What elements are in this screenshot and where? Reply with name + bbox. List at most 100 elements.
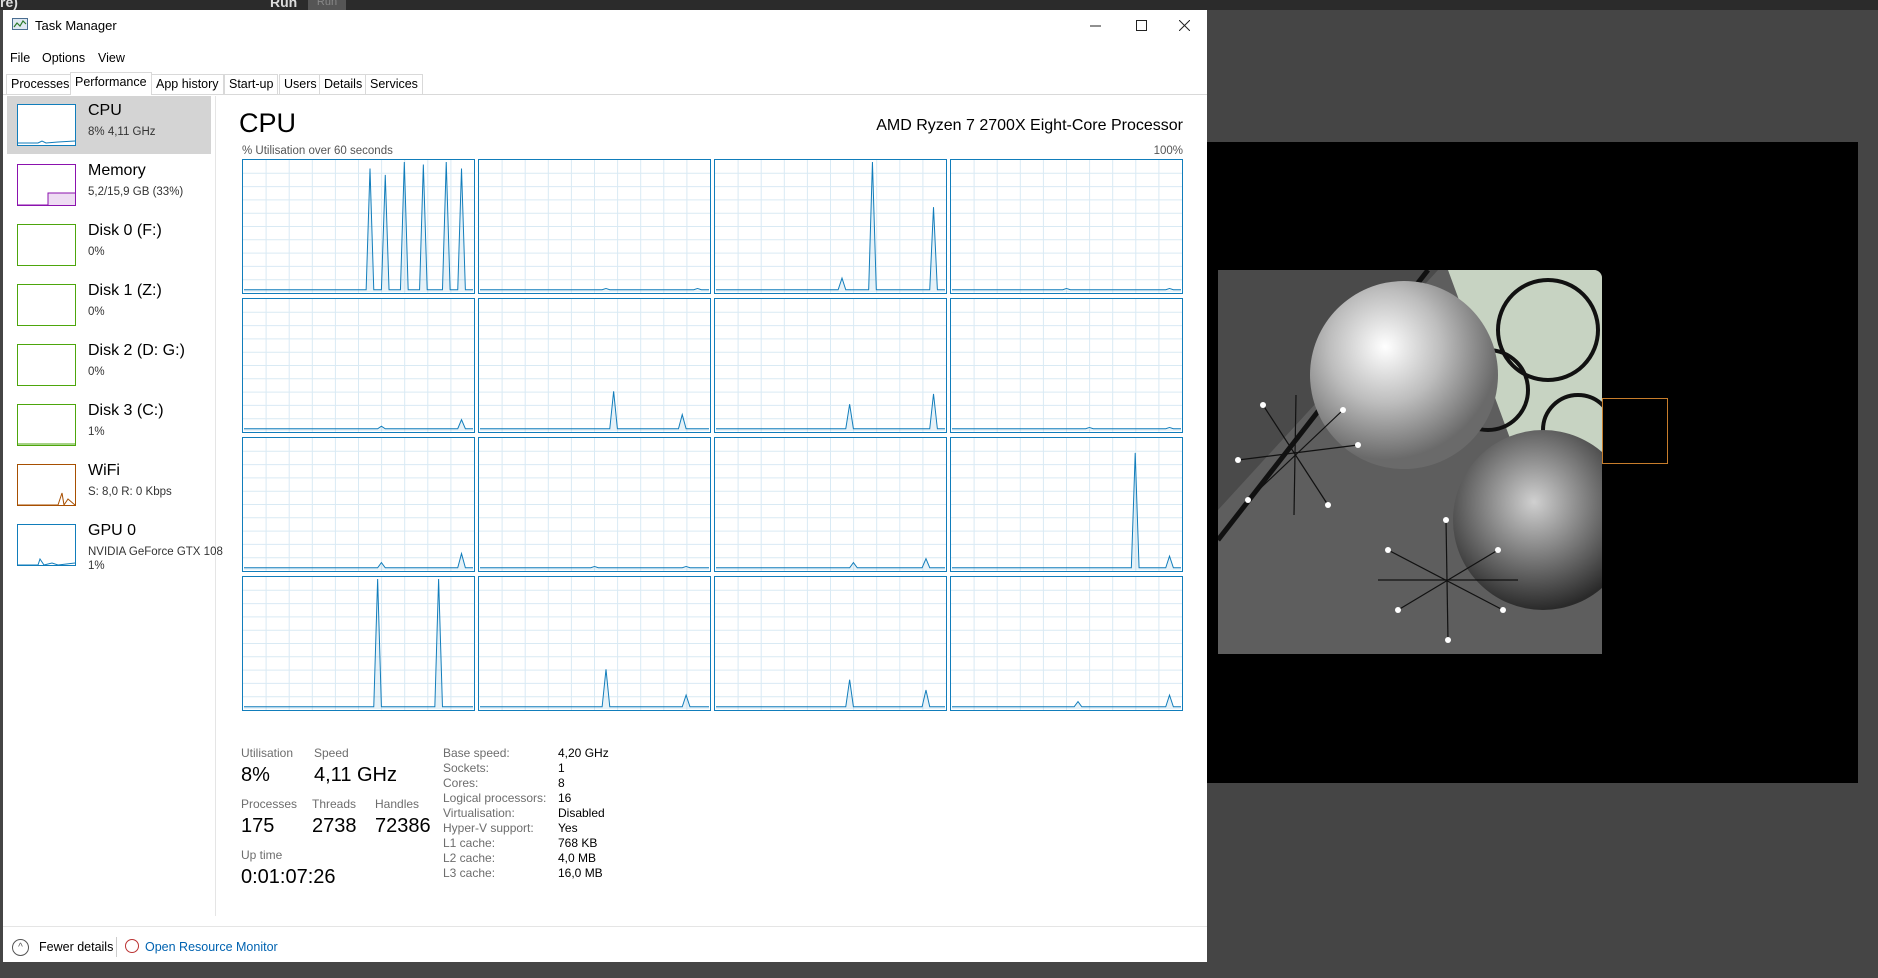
processes-value: 175 bbox=[241, 815, 275, 837]
tab-users[interactable]: Users bbox=[279, 74, 322, 94]
window-title: Task Manager bbox=[35, 18, 117, 33]
spec-label: Sockets: bbox=[443, 761, 490, 775]
sidebar-item-name: GPU 0 bbox=[88, 522, 137, 539]
fewer-details-link[interactable]: Fewer details bbox=[39, 940, 113, 954]
resource-sidebar: CPU 8% 4,11 GHz Memory 5,2/15,9 GB (33%) Dis… bbox=[3, 96, 223, 916]
logical-processor-graph bbox=[242, 437, 475, 572]
tab-strip: Processes Performance App history Start-… bbox=[3, 72, 1207, 95]
spec-value: 1 bbox=[558, 761, 565, 775]
sidebar-item-disk-3-c[interactable]: Disk 3 (C:) 1% bbox=[7, 396, 211, 454]
logical-processor-graph bbox=[714, 298, 947, 433]
sidebar-item-gpu-0[interactable]: GPU 0 NVIDIA GeForce GTX 108 1% bbox=[7, 516, 223, 574]
footer: ^ Fewer details Open Resource Monitor bbox=[3, 926, 1207, 963]
logical-processor-graph bbox=[950, 437, 1183, 572]
tab-performance[interactable]: Performance bbox=[70, 72, 152, 95]
tab-startup[interactable]: Start-up bbox=[224, 74, 279, 94]
open-resource-monitor-link[interactable]: Open Resource Monitor bbox=[145, 940, 278, 954]
spec-label: L2 cache: bbox=[443, 851, 496, 865]
maximize-button[interactable] bbox=[1118, 10, 1164, 40]
threads-label: Threads bbox=[312, 797, 357, 811]
title-bar[interactable]: Task Manager bbox=[3, 10, 1207, 40]
sidebar-item-cpu[interactable]: CPU 8% 4,11 GHz bbox=[7, 96, 211, 154]
minimize-button[interactable] bbox=[1072, 10, 1118, 40]
menu-file[interactable]: File bbox=[10, 51, 30, 65]
logical-processor-graph bbox=[478, 159, 711, 294]
spec-value: Yes bbox=[558, 821, 578, 835]
render-bucket-selection bbox=[1602, 398, 1668, 464]
handles-value: 72386 bbox=[375, 815, 431, 837]
menu-options[interactable]: Options bbox=[42, 51, 85, 65]
spec-label: Cores: bbox=[443, 776, 479, 790]
spec-label: Virtualisation: bbox=[443, 806, 515, 820]
uptime-label: Up time bbox=[241, 848, 283, 862]
logical-processor-graph bbox=[950, 576, 1183, 711]
sidebar-item-name: WiFi bbox=[88, 462, 120, 479]
logical-processor-graph bbox=[478, 298, 711, 433]
logical-processor-graph bbox=[714, 576, 947, 711]
background-run-button[interactable]: Run bbox=[308, 0, 346, 10]
spec-value: 4,20 GHz bbox=[558, 746, 609, 760]
sidebar-thumbnail-graph bbox=[17, 104, 76, 146]
spec-label: Base speed: bbox=[443, 746, 510, 760]
sidebar-thumbnail-graph bbox=[17, 164, 76, 206]
sidebar-item-wifi[interactable]: WiFi S: 8,0 R: 0 Kbps bbox=[7, 456, 211, 514]
uptime-value: 0:01:07:26 bbox=[241, 866, 336, 888]
sidebar-item-name: Disk 2 (D: G:) bbox=[88, 342, 185, 359]
spec-value: 16 bbox=[558, 791, 572, 805]
tab-details[interactable]: Details bbox=[319, 74, 368, 94]
utilisation-graph-max: 100% bbox=[1153, 145, 1183, 157]
close-button[interactable] bbox=[1161, 10, 1207, 40]
sidebar-item-name: Disk 3 (C:) bbox=[88, 402, 164, 419]
spec-value: Disabled bbox=[558, 806, 605, 820]
sidebar-thumbnail-graph bbox=[17, 524, 76, 566]
tab-services[interactable]: Services bbox=[365, 74, 423, 94]
sidebar-item-disk-0-f[interactable]: Disk 0 (F:) 0% bbox=[7, 216, 211, 274]
footer-divider bbox=[116, 937, 117, 957]
sidebar-item-detail: 0% bbox=[88, 366, 105, 378]
logical-processor-graph bbox=[242, 159, 475, 294]
minimize-icon bbox=[1089, 25, 1101, 26]
sidebar-item-disk-1-z[interactable]: Disk 1 (Z:) 0% bbox=[7, 276, 211, 334]
menu-view[interactable]: View bbox=[98, 51, 125, 65]
cpu-model-name: AMD Ryzen 7 2700X Eight-Core Processor bbox=[876, 117, 1183, 134]
sidebar-item-detail: NVIDIA GeForce GTX 108 bbox=[88, 546, 223, 558]
spec-label: L3 cache: bbox=[443, 866, 496, 880]
sidebar-item-name: Disk 1 (Z:) bbox=[88, 282, 162, 299]
sidebar-item-detail: S: 8,0 R: 0 Kbps bbox=[88, 486, 172, 498]
logical-processor-graph bbox=[714, 159, 947, 294]
spec-value: 4,0 MB bbox=[558, 851, 597, 865]
maximize-icon bbox=[1135, 19, 1147, 31]
tab-app-history[interactable]: App history bbox=[151, 74, 224, 94]
logical-processor-graph bbox=[950, 159, 1183, 294]
logical-processor-graph bbox=[478, 437, 711, 572]
tab-processes[interactable]: Processes bbox=[6, 74, 75, 94]
sidebar-item-name: Memory bbox=[88, 162, 146, 179]
sidebar-item-name: CPU bbox=[88, 102, 122, 119]
speed-value: 4,11 GHz bbox=[314, 764, 397, 786]
sidebar-item-disk-2-d-g[interactable]: Disk 2 (D: G:) 0% bbox=[7, 336, 211, 394]
chevron-up-icon[interactable]: ^ bbox=[12, 939, 29, 956]
resource-monitor-icon[interactable] bbox=[125, 939, 139, 953]
logical-processor-graph bbox=[714, 437, 947, 572]
sidebar-thumbnail-graph bbox=[17, 464, 76, 506]
close-icon bbox=[1178, 19, 1190, 31]
sidebar-item-detail: 1% bbox=[88, 426, 105, 438]
sidebar-item-detail: 0% bbox=[88, 246, 105, 258]
page-title: CPU bbox=[239, 108, 297, 138]
background-run-label[interactable]: Run bbox=[270, 0, 297, 10]
logical-processor-graph bbox=[242, 298, 475, 433]
menu-bar: File Options View bbox=[3, 40, 1207, 68]
spec-label: Hyper-V support: bbox=[443, 821, 534, 835]
spec-label: L1 cache: bbox=[443, 836, 496, 850]
utilisation-label: Utilisation bbox=[241, 746, 294, 760]
background-app-toolbar: re) Run Run bbox=[0, 0, 1878, 10]
sidebar-thumbnail-graph bbox=[17, 284, 76, 326]
sidebar-item-detail-2: 1% bbox=[88, 560, 105, 572]
spec-value: 768 KB bbox=[558, 836, 598, 850]
sidebar-item-name: Disk 0 (F:) bbox=[88, 222, 162, 239]
logical-processor-graph bbox=[242, 576, 475, 711]
sidebar-item-memory[interactable]: Memory 5,2/15,9 GB (33%) bbox=[7, 156, 211, 214]
sidebar-thumbnail-graph bbox=[17, 404, 76, 446]
sidebar-item-detail: 0% bbox=[88, 306, 105, 318]
speed-label: Speed bbox=[314, 746, 349, 760]
